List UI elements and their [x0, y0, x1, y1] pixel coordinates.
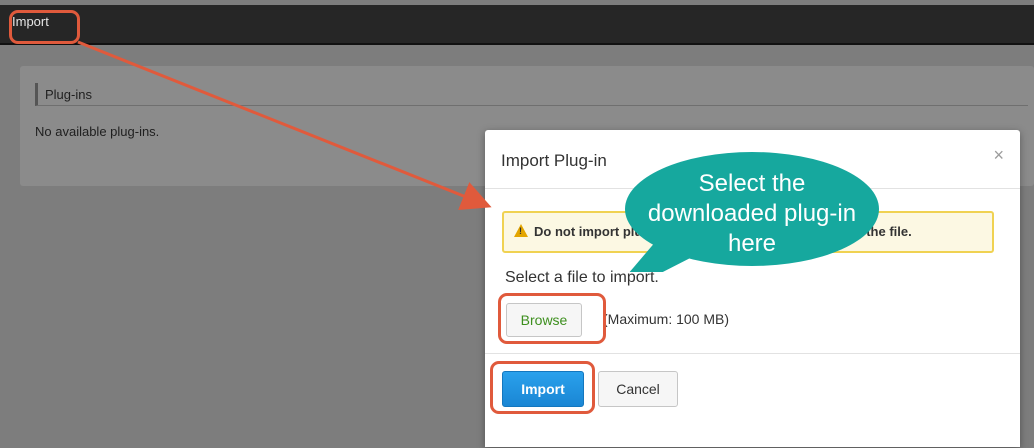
callout-line-3: here [727, 230, 777, 257]
callout-line-1: Select the [698, 170, 806, 197]
instruction-callout: Select the downloaded plug-in here [622, 152, 882, 272]
callout-line-2: downloaded plug-in [647, 200, 857, 227]
